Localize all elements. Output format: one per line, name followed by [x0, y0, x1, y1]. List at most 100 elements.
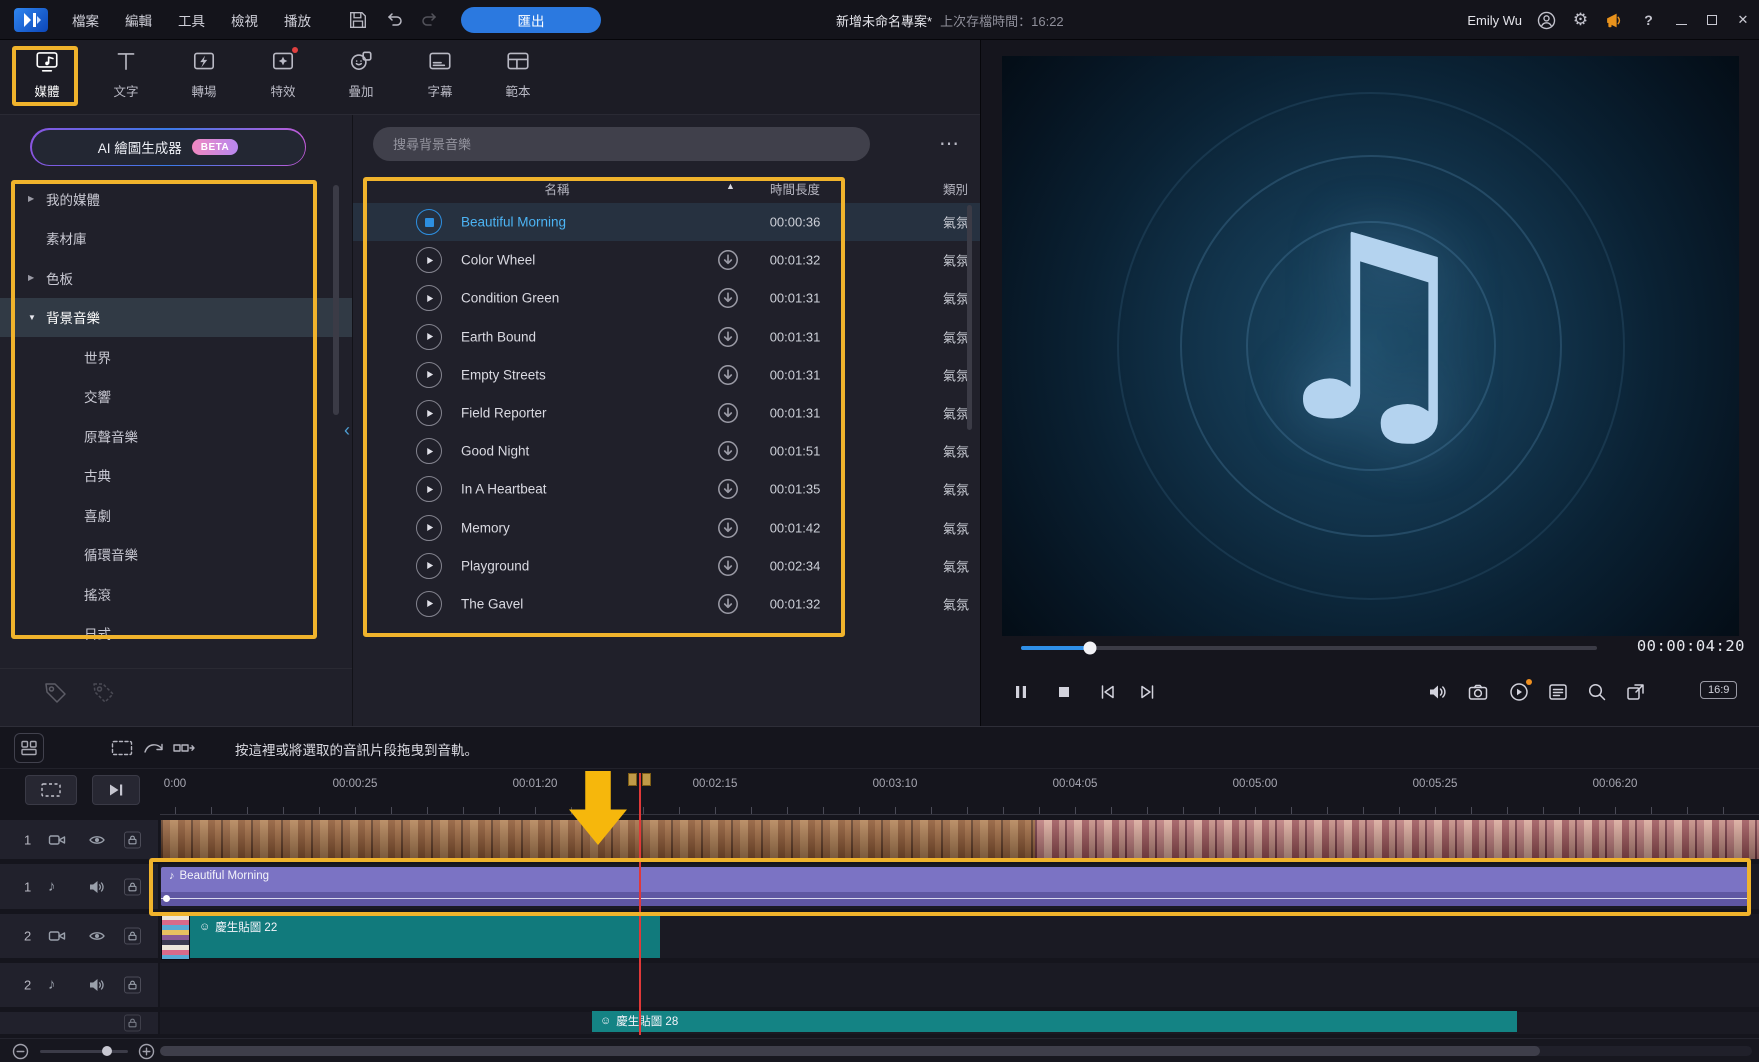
tag-outline-icon[interactable] — [90, 678, 118, 706]
volume-icon[interactable] — [1427, 681, 1449, 703]
download-icon[interactable] — [717, 478, 739, 500]
lock-icon[interactable] — [124, 831, 141, 848]
sticker-clip-22[interactable]: ☺ 慶生貼圖 22 — [161, 916, 660, 958]
chevron-down-icon[interactable]: ▼ — [28, 313, 46, 322]
help-icon[interactable]: ? — [1639, 11, 1658, 30]
play-to-marker-tool-button[interactable] — [92, 775, 140, 805]
tab-text[interactable]: 文字 — [92, 48, 160, 110]
music-row[interactable]: In A Heartbeat00:01:35氣氛 — [353, 470, 980, 508]
sort-ascending-icon[interactable]: ▲ — [726, 181, 735, 191]
close-button[interactable]: ✕ — [1735, 12, 1751, 28]
speaker-icon[interactable] — [88, 878, 106, 896]
zoom-in-button[interactable] — [138, 1043, 155, 1060]
user-avatar-icon[interactable] — [1537, 11, 1556, 30]
zoom-fit-icon[interactable] — [1586, 681, 1608, 703]
sidebar-item[interactable]: 循環音樂 — [0, 535, 352, 575]
previous-frame-button[interactable] — [1096, 681, 1118, 703]
video-clip-filmstrip-1[interactable] — [161, 820, 1035, 859]
export-button[interactable]: 匯出 — [461, 7, 601, 33]
sidebar-item[interactable]: 原聲音樂 — [0, 416, 352, 456]
play-preview-button[interactable] — [416, 476, 442, 502]
range-select-icon[interactable] — [110, 738, 134, 758]
tab-templates[interactable]: 範本 — [484, 48, 552, 110]
play-preview-button[interactable] — [416, 400, 442, 426]
download-icon[interactable] — [717, 555, 739, 577]
seek-knob[interactable] — [1084, 642, 1097, 655]
track-header-audio-2[interactable]: 2♪ — [0, 963, 158, 1007]
eye-visibility-icon[interactable] — [88, 927, 106, 945]
music-row[interactable]: The Gavel00:01:32氣氛 — [353, 585, 980, 623]
sidebar-item[interactable]: 素材庫 — [0, 219, 352, 259]
column-header-category[interactable]: 類別 — [943, 179, 968, 198]
play-preview-button[interactable] — [416, 324, 442, 350]
music-row[interactable]: Good Night00:01:51氣氛 — [353, 432, 980, 470]
zoom-slider-knob[interactable] — [102, 1046, 112, 1056]
column-header-duration[interactable]: 時間長度 — [770, 179, 820, 198]
sidebar-item[interactable]: ▼背景音樂 — [0, 298, 352, 338]
aspect-ratio-badge[interactable]: 16:9 — [1700, 681, 1737, 699]
eye-visibility-icon[interactable] — [88, 831, 106, 849]
menu-item-2[interactable]: 工具 — [178, 10, 205, 30]
stop-playback-button[interactable] — [416, 209, 442, 235]
sticker-clip-28[interactable]: ☺ 慶生貼圖 28 — [592, 1011, 1517, 1032]
insert-clip-icon[interactable] — [172, 738, 196, 758]
sidebar-item[interactable]: 古典 — [0, 456, 352, 496]
minimize-button[interactable] — [1673, 12, 1689, 28]
track-header-video-1[interactable]: 1 — [0, 820, 158, 859]
play-preview-button[interactable] — [416, 247, 442, 273]
tag-icon[interactable] — [42, 678, 70, 706]
lock-icon[interactable] — [124, 1015, 141, 1032]
timeline-zoom-slider[interactable] — [40, 1050, 128, 1053]
timeline-horizontal-scrollbar[interactable] — [160, 1046, 1752, 1056]
play-preview-button[interactable] — [416, 438, 442, 464]
search-input[interactable] — [373, 127, 870, 161]
tab-transitions[interactable]: 轉場 — [170, 48, 238, 110]
next-frame-button[interactable] — [1136, 681, 1158, 703]
preview-quality-icon[interactable] — [1508, 681, 1530, 703]
download-icon[interactable] — [717, 402, 739, 424]
lock-icon[interactable] — [124, 878, 141, 895]
trim-marker-right[interactable] — [642, 773, 651, 786]
pause-button[interactable] — [1010, 681, 1032, 703]
play-preview-button[interactable] — [416, 515, 442, 541]
sidebar-item[interactable]: ▶我的媒體 — [0, 179, 352, 219]
library-scrollbar[interactable] — [967, 205, 972, 430]
trim-marker-left[interactable] — [628, 773, 637, 786]
volume-envelope-line[interactable] — [161, 898, 1748, 900]
download-icon[interactable] — [717, 326, 739, 348]
play-preview-button[interactable] — [416, 553, 442, 579]
playhead-marker[interactable] — [628, 773, 652, 786]
track-manager-button[interactable] — [14, 733, 44, 763]
more-options-button[interactable]: ⋯ — [931, 127, 967, 159]
lock-icon[interactable] — [124, 977, 141, 994]
download-icon[interactable] — [717, 440, 739, 462]
sidebar-item[interactable]: 世界 — [0, 337, 352, 377]
sidebar-item[interactable]: 搖滾 — [0, 574, 352, 614]
audio-clip-beautiful-morning[interactable]: ♪ Beautiful Morning — [161, 867, 1748, 906]
popout-window-icon[interactable] — [1625, 681, 1647, 703]
collapse-panel-chevron-icon[interactable]: ‹ — [344, 420, 350, 441]
music-row[interactable]: Beautiful Morning00:00:36氣氛 — [353, 203, 980, 241]
music-row[interactable]: Playground00:02:34氣氛 — [353, 547, 980, 585]
megaphone-icon[interactable] — [1605, 11, 1624, 30]
column-header-name[interactable]: 名稱 — [544, 179, 569, 198]
keyframe-dot[interactable] — [163, 895, 170, 902]
maximize-button[interactable] — [1704, 12, 1720, 28]
sidebar-scrollbar[interactable] — [333, 185, 339, 415]
undo-icon[interactable] — [385, 11, 403, 29]
chevron-right-icon[interactable]: ▶ — [28, 194, 46, 203]
timeline-ruler[interactable]: 0:0000:00:2500:01:2000:02:1500:03:1000:0… — [160, 771, 1759, 815]
tab-media[interactable]: 媒體 — [13, 48, 81, 110]
snapshot-camera-icon[interactable] — [1467, 681, 1489, 703]
menu-item-3[interactable]: 檢視 — [231, 10, 258, 30]
menu-item-4[interactable]: 播放 — [284, 10, 311, 30]
music-row[interactable]: Field Reporter00:01:31氣氛 — [353, 394, 980, 432]
lock-icon[interactable] — [124, 928, 141, 945]
video-clip-filmstrip-2[interactable] — [1035, 820, 1759, 859]
track-header-video-2[interactable]: 2 — [0, 914, 158, 958]
play-preview-button[interactable] — [416, 285, 442, 311]
music-row[interactable]: Empty Streets00:01:31氣氛 — [353, 356, 980, 394]
music-row[interactable]: Color Wheel00:01:32氣氛 — [353, 241, 980, 279]
sidebar-item[interactable]: 交響 — [0, 377, 352, 417]
save-icon[interactable] — [349, 11, 367, 29]
